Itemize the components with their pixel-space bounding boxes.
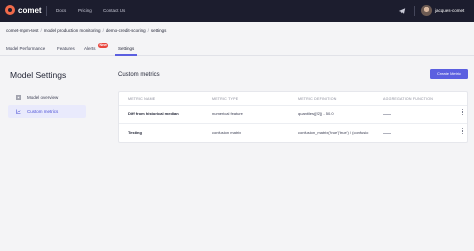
tab-bar: Model Performance Features Alerts New Se…	[0, 40, 474, 56]
top-navbar: comet Docs Pricing Contact Us jacques-co…	[0, 0, 474, 22]
metric-name-cell: Diff from historical median	[128, 111, 179, 116]
navbar-divider	[46, 6, 47, 16]
sidebar-item-model-overview[interactable]: Model overview	[8, 91, 86, 104]
metric-type-cell: numerical feature	[212, 111, 243, 116]
nav-contact-link[interactable]: Contact Us	[103, 8, 125, 13]
tab-features[interactable]: Features	[57, 46, 75, 51]
brand-name: comet	[18, 5, 42, 15]
create-metric-button[interactable]: Create Metric	[430, 69, 468, 79]
notifications-icon[interactable]	[398, 7, 406, 15]
navbar-divider	[414, 6, 415, 16]
user-avatar[interactable]	[421, 5, 432, 16]
breadcrumb-current: settings	[150, 28, 167, 33]
breadcrumb: comet-mpm-test / model production monitori…	[6, 28, 167, 33]
custom-metrics-table: METRIC NAME METRIC TYPE METRIC DEFINITIO…	[118, 91, 468, 143]
grid-icon	[16, 95, 21, 100]
nav-docs-link[interactable]: Docs	[56, 8, 66, 13]
breadcrumb-workspace[interactable]: comet-mpm-test	[6, 28, 39, 33]
tab-model-performance[interactable]: Model Performance	[6, 46, 45, 51]
metric-type-cell: confusion matrix	[212, 130, 242, 135]
comet-logo-icon	[5, 5, 15, 15]
alerts-new-badge: New	[98, 43, 109, 48]
sidebar-item-label: Model overview	[27, 95, 59, 100]
row-divider	[119, 123, 467, 124]
column-header-metric-type: METRIC TYPE	[212, 97, 239, 101]
page-title: Custom metrics	[118, 72, 160, 78]
metric-definition-cell: confusion_matrix('true'|'true') / (confu…	[298, 130, 369, 135]
aggregation-empty-dash	[383, 132, 391, 134]
column-header-aggregation-function: AGGREGATION FUNCTION	[383, 97, 434, 101]
tab-alerts[interactable]: Alerts	[84, 46, 96, 51]
sidebar-item-label: Custom metrics	[27, 109, 59, 114]
sidebar-title: Model Settings	[10, 70, 67, 80]
aggregation-empty-dash	[383, 113, 391, 115]
column-header-metric-name: METRIC NAME	[128, 97, 156, 101]
comet-logo[interactable]: comet	[5, 5, 42, 15]
metric-name-cell: Testing	[128, 130, 142, 135]
active-tab-indicator	[115, 54, 137, 56]
sidebar-item-custom-metrics[interactable]: Custom metrics	[8, 105, 86, 118]
chart-icon	[16, 109, 21, 114]
nav-pricing-link[interactable]: Pricing	[78, 8, 92, 13]
header-divider	[119, 105, 467, 106]
tab-settings[interactable]: Settings	[118, 46, 134, 51]
breadcrumb-project[interactable]: model production monitoring	[44, 28, 101, 33]
breadcrumb-model[interactable]: demo-credit-scoring	[106, 28, 146, 33]
row-menu-icon[interactable]	[462, 128, 464, 135]
row-menu-icon[interactable]	[462, 109, 464, 116]
user-name[interactable]: jacques-comet	[435, 8, 464, 13]
column-header-metric-definition: METRIC DEFINITION	[298, 97, 337, 101]
metric-definition-cell: quantiles([f2]) - 50.0	[298, 111, 334, 116]
